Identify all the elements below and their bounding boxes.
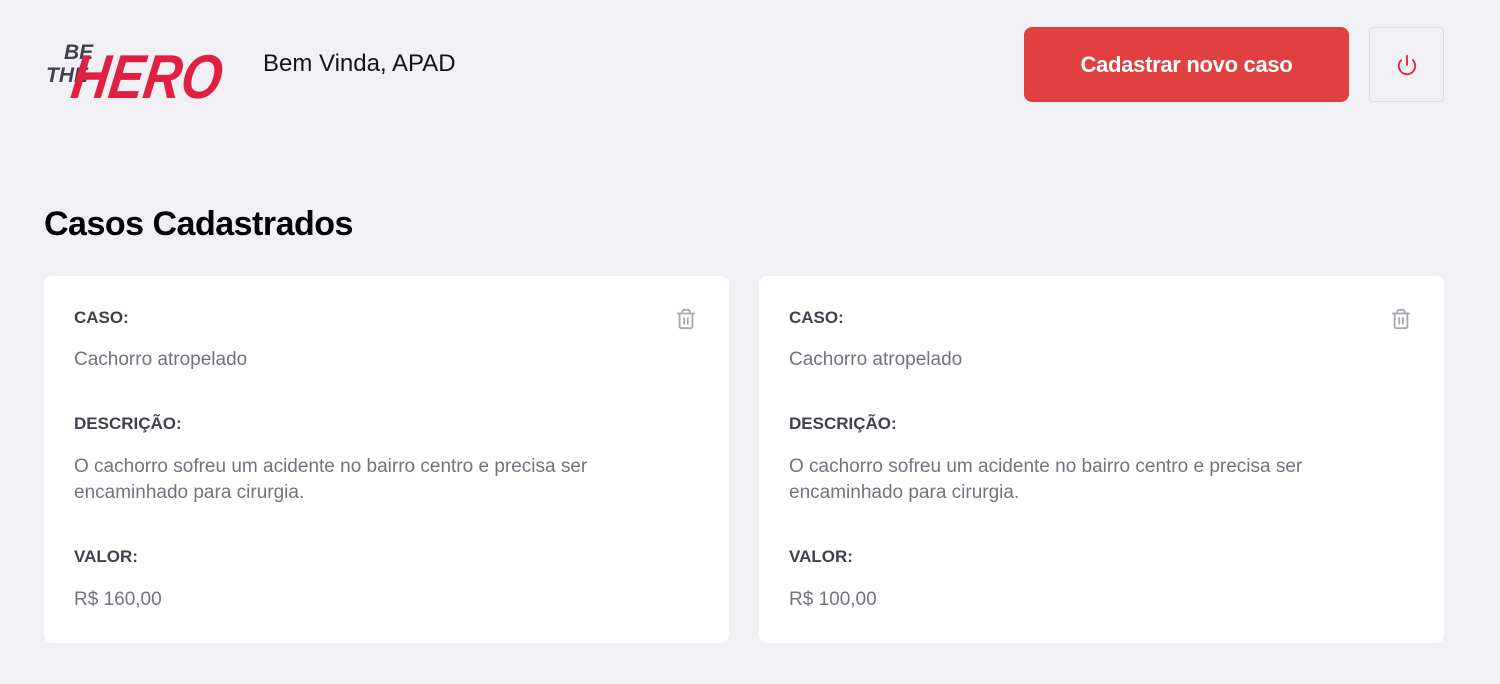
- case-list: CASO: Cachorro atropelado DESCRIÇÃO: O c…: [44, 276, 1444, 643]
- page-title: Casos Cadastrados: [44, 205, 353, 243]
- welcome-greeting: Bem Vinda, APAD: [263, 50, 456, 77]
- delete-case-button[interactable]: [673, 306, 699, 332]
- case-description: O cachorro sofreu um acidente no bairro …: [789, 456, 1303, 503]
- logo: BE THE HERO: [44, 22, 236, 106]
- trash-icon: [1391, 308, 1411, 330]
- description-label: DESCRIÇÃO:: [789, 414, 897, 433]
- header: BE THE HERO Bem Vinda, APAD Cadastrar no…: [44, 22, 1444, 106]
- value-label: VALOR:: [74, 547, 138, 566]
- logo-hero-text: HERO: [67, 43, 227, 106]
- case-card: CASO: Cachorro atropelado DESCRIÇÃO: O c…: [759, 276, 1444, 643]
- page: BE THE HERO Bem Vinda, APAD Cadastrar no…: [0, 0, 1500, 684]
- new-case-button[interactable]: Cadastrar novo caso: [1024, 27, 1349, 102]
- power-icon: [1397, 54, 1416, 75]
- case-title: Cachorro atropelado: [789, 349, 963, 370]
- value-label: VALOR:: [789, 547, 853, 566]
- case-description: O cachorro sofreu um acidente no bairro …: [74, 456, 588, 503]
- case-label: CASO:: [74, 308, 129, 327]
- case-value: R$ 100,00: [789, 589, 877, 610]
- case-card: CASO: Cachorro atropelado DESCRIÇÃO: O c…: [44, 276, 729, 643]
- trash-icon: [676, 308, 696, 330]
- case-label: CASO:: [789, 308, 844, 327]
- case-value: R$ 160,00: [74, 589, 162, 610]
- logout-button[interactable]: [1369, 27, 1444, 102]
- description-label: DESCRIÇÃO:: [74, 414, 182, 433]
- case-title: Cachorro atropelado: [74, 349, 248, 370]
- be-the-hero-logo: BE THE HERO: [46, 41, 227, 106]
- delete-case-button[interactable]: [1388, 306, 1414, 332]
